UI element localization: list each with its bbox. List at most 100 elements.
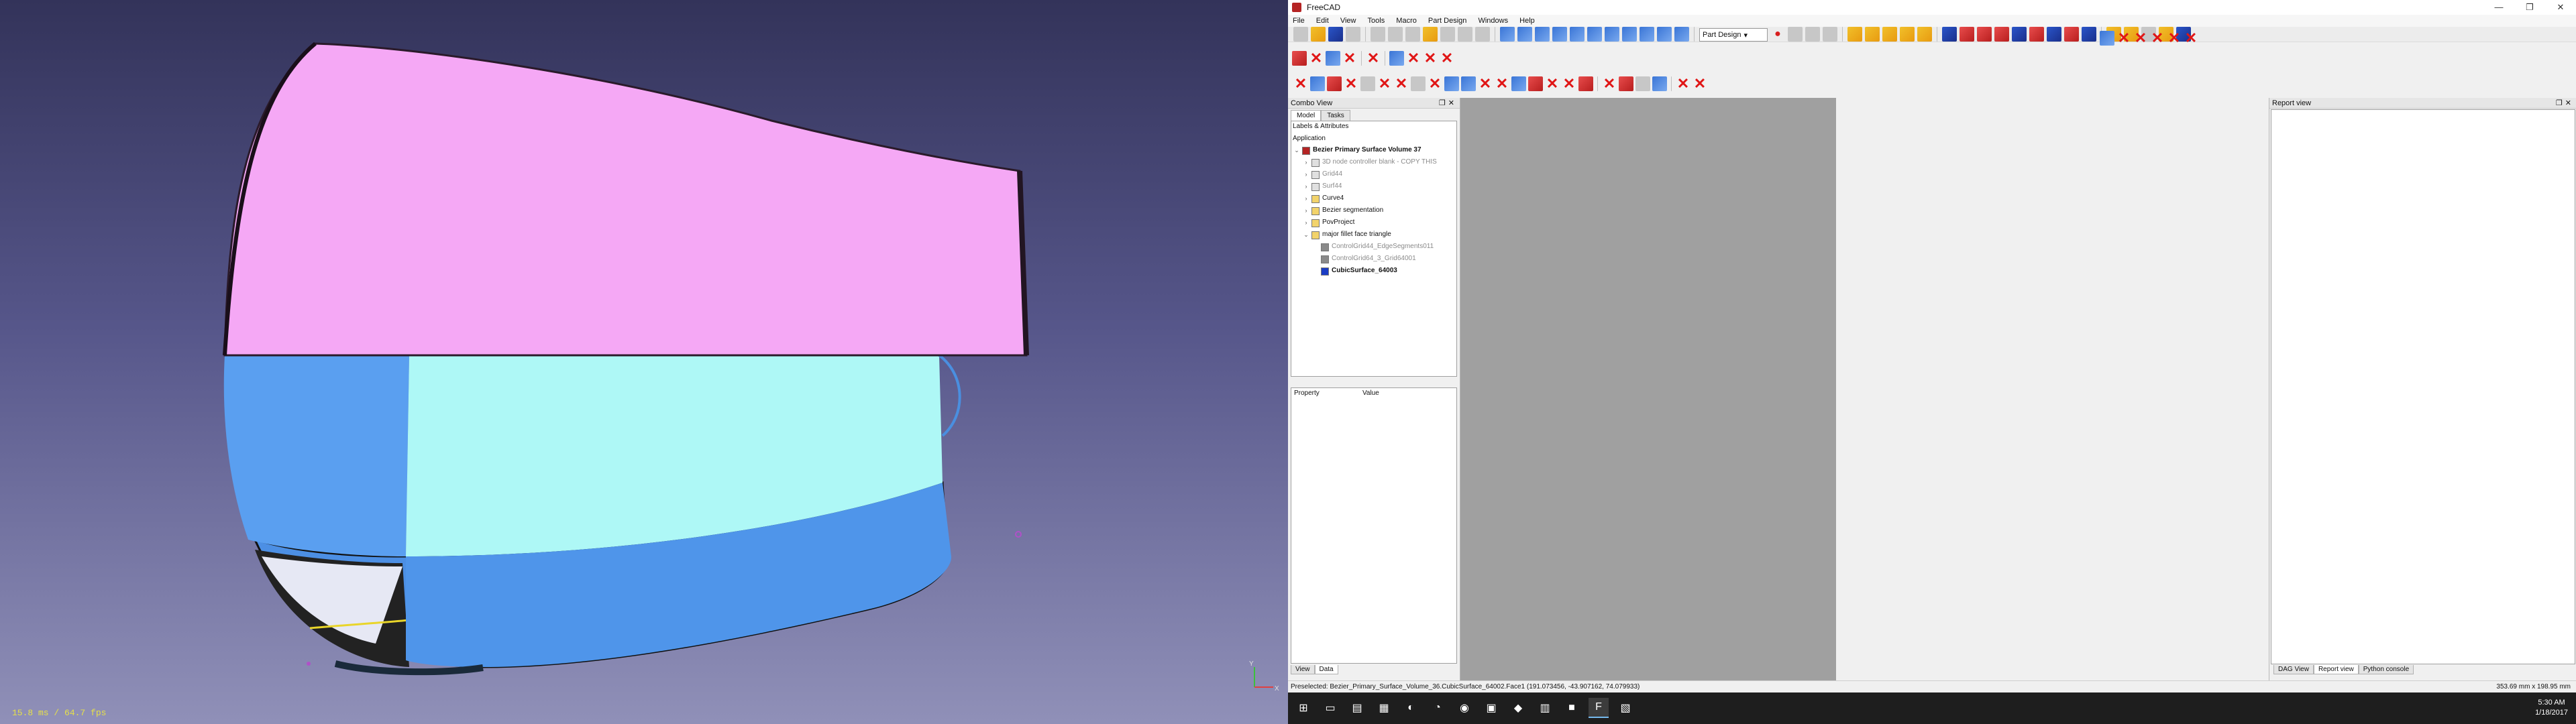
macro-x-icon[interactable]: ✕ xyxy=(1693,76,1707,91)
tab-report-view[interactable]: Report view xyxy=(2313,665,2359,674)
file-explorer-icon[interactable]: ▤ xyxy=(1347,698,1367,718)
3d-viewport[interactable]: Y X 15.8 ms / 64.7 fps xyxy=(0,0,1288,724)
rear-view-icon[interactable] xyxy=(1622,27,1637,42)
menu-macro[interactable]: Macro xyxy=(1391,15,1421,25)
bottom-view-icon[interactable] xyxy=(1640,27,1654,42)
menu-view[interactable]: View xyxy=(1336,15,1361,25)
what-is-this-icon[interactable] xyxy=(1475,27,1490,42)
macro-edit-icon[interactable] xyxy=(1805,27,1820,42)
fit-selection-icon[interactable] xyxy=(1517,27,1532,42)
top-view-icon[interactable] xyxy=(1587,27,1602,42)
model-tree[interactable]: Labels & Attributes Application ⌄ Bezier … xyxy=(1291,121,1457,377)
box-icon[interactable] xyxy=(1917,27,1932,42)
start-icon[interactable]: ⊞ xyxy=(1293,698,1313,718)
open-folder-icon[interactable] xyxy=(1311,27,1326,42)
menu-tools[interactable]: Tools xyxy=(1363,15,1390,25)
boolean-icon[interactable] xyxy=(2082,27,2096,42)
macro-x-icon[interactable]: ✕ xyxy=(1545,76,1560,91)
revolution-icon[interactable] xyxy=(1882,27,1897,42)
task-view-icon[interactable]: ▭ xyxy=(1320,698,1340,718)
redo-icon[interactable] xyxy=(1440,27,1455,42)
tab-model[interactable]: Model xyxy=(1291,110,1322,121)
expand-arrow-icon[interactable]: › xyxy=(1303,182,1309,191)
app-icon[interactable]: ▥ xyxy=(1535,698,1555,718)
export-icon[interactable] xyxy=(1578,76,1593,91)
axis-tool-icon[interactable] xyxy=(1389,51,1404,66)
surface-tool-icon[interactable] xyxy=(1292,51,1307,66)
calculator-icon[interactable]: ▦ xyxy=(1374,698,1394,718)
close-button[interactable]: ✕ xyxy=(2545,0,2576,15)
left-view-icon[interactable] xyxy=(1657,27,1672,42)
float-icon[interactable]: ❐ xyxy=(1439,99,1448,107)
poly-icon[interactable] xyxy=(1310,76,1325,91)
vertex-marker[interactable] xyxy=(1015,531,1022,538)
split-icon[interactable] xyxy=(2100,31,2114,46)
expand-arrow-icon[interactable]: › xyxy=(1303,194,1309,203)
macro-x-icon[interactable]: ✕ xyxy=(1377,76,1392,91)
macro-x-icon[interactable]: ✕ xyxy=(1344,76,1358,91)
macro-x-icon[interactable]: ✕ xyxy=(2150,31,2165,46)
maximize-button[interactable]: ❐ xyxy=(2514,0,2545,15)
dots-icon[interactable] xyxy=(1360,76,1375,91)
paste-icon[interactable] xyxy=(1405,27,1420,42)
macro-x-icon[interactable]: ✕ xyxy=(1478,76,1493,91)
undo-icon[interactable] xyxy=(1423,27,1438,42)
mirrored-icon[interactable] xyxy=(2012,27,2027,42)
tab-view[interactable]: View xyxy=(1291,665,1315,674)
menu-edit[interactable]: Edit xyxy=(1311,15,1334,25)
macro-x-icon[interactable]: ✕ xyxy=(2133,31,2148,46)
draft-icon[interactable] xyxy=(1977,27,1992,42)
minimize-button[interactable]: — xyxy=(2483,0,2514,15)
expand-arrow-icon[interactable]: › xyxy=(1303,206,1309,215)
fit-all-icon[interactable] xyxy=(1500,27,1515,42)
app-icon[interactable]: ▣ xyxy=(1481,698,1501,718)
macro-x-icon[interactable]: ✕ xyxy=(1406,51,1421,66)
polar-pattern-icon[interactable] xyxy=(2047,27,2061,42)
panel-close-icon[interactable]: ✕ xyxy=(2565,99,2574,107)
macro-x-icon[interactable]: ✕ xyxy=(2116,31,2131,46)
system-clock[interactable]: 5:30 AM 1/18/2017 xyxy=(2535,698,2568,718)
thickness-icon[interactable] xyxy=(1994,27,2009,42)
menu-help[interactable]: Help xyxy=(1515,15,1540,25)
groove-icon[interactable] xyxy=(1900,27,1915,42)
app-icon[interactable]: ◐ xyxy=(1401,698,1421,718)
chrome-icon[interactable]: ◉ xyxy=(1454,698,1474,718)
tab-dag-view[interactable]: DAG View xyxy=(2273,665,2314,674)
app-icon[interactable]: ◆ xyxy=(1508,698,1528,718)
macro-x-icon[interactable]: ✕ xyxy=(2184,31,2198,46)
macro-x-icon[interactable]: ✕ xyxy=(1394,76,1409,91)
cross-section-icon[interactable] xyxy=(1619,76,1633,91)
menu-part-design[interactable]: Part Design xyxy=(1424,15,1471,25)
record-macro-icon[interactable]: ● xyxy=(1770,27,1785,42)
macro-x-icon[interactable]: ✕ xyxy=(1562,76,1576,91)
copy-icon[interactable] xyxy=(1388,27,1403,42)
macro-x-icon[interactable]: ✕ xyxy=(1342,51,1357,66)
macro-x-icon[interactable]: ✕ xyxy=(1602,76,1617,91)
front-view-icon[interactable] xyxy=(1570,27,1585,42)
bezier-curve-icon[interactable] xyxy=(1326,51,1340,66)
right-view-icon[interactable] xyxy=(1605,27,1619,42)
pad-icon[interactable] xyxy=(1847,27,1862,42)
tab-python-console[interactable]: Python console xyxy=(2358,665,2414,674)
arc-icon[interactable] xyxy=(1327,76,1342,91)
macro-x-icon[interactable]: ✕ xyxy=(1676,76,1690,91)
rotate-icon[interactable] xyxy=(1652,76,1667,91)
panel-icon[interactable] xyxy=(1528,76,1543,91)
linear-pattern-icon[interactable] xyxy=(2029,27,2044,42)
app-icon[interactable]: ▧ xyxy=(1615,698,1635,718)
workbench-selector[interactable]: Part Design ▾ xyxy=(1699,28,1768,42)
macro-x-icon[interactable]: ✕ xyxy=(1423,51,1438,66)
cut-icon[interactable] xyxy=(1371,27,1385,42)
surface-model[interactable]: Y X xyxy=(0,0,1288,724)
expand-arrow-icon[interactable]: › xyxy=(1303,158,1309,167)
panel-close-icon[interactable]: ✕ xyxy=(1448,99,1457,107)
grid-tool-icon[interactable] xyxy=(1411,76,1426,91)
stop-macro-icon[interactable] xyxy=(1788,27,1803,42)
draw-style-icon[interactable] xyxy=(1535,27,1550,42)
macro-x-icon[interactable]: ✕ xyxy=(1293,76,1308,91)
app-icon[interactable]: ■ xyxy=(1562,698,1582,718)
expand-arrow-icon[interactable]: ⌄ xyxy=(1303,230,1309,239)
freecad-taskbar-icon[interactable]: F xyxy=(1589,698,1609,718)
measure-icon[interactable] xyxy=(1674,27,1689,42)
tab-tasks[interactable]: Tasks xyxy=(1321,110,1350,121)
